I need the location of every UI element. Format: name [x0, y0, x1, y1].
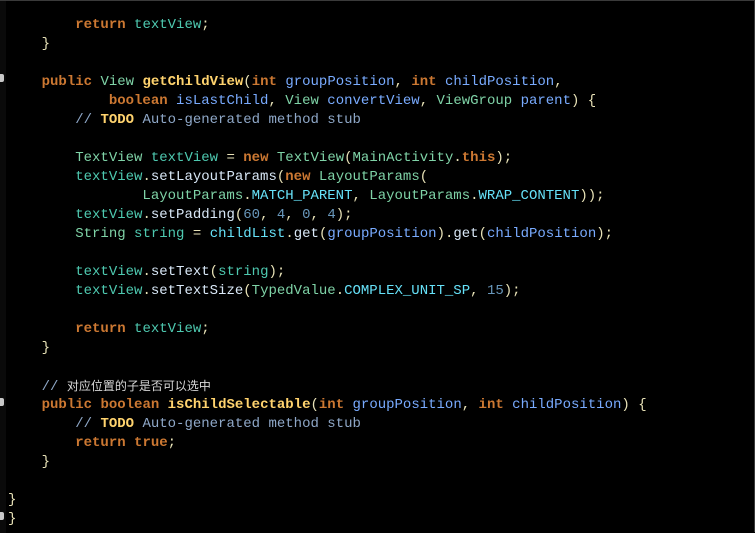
code-line: LayoutParams.MATCH_PARENT, LayoutParams.…	[142, 188, 605, 204]
code-line: }	[41, 340, 51, 356]
code-line: // 对应位置的子是否可以选中	[41, 379, 211, 395]
code-line: }	[8, 511, 17, 527]
code-editor[interactable]: return textView; }​ public View getChild…	[0, 0, 755, 533]
code-text[interactable]: return textView; }​ public View getChild…	[8, 16, 647, 529]
code-line: public View getChildView(int groupPositi…	[41, 74, 563, 90]
fold-marker-icon[interactable]	[0, 512, 4, 520]
code-line: ​	[8, 130, 647, 149]
code-line: ​	[8, 244, 647, 263]
code-line: ​	[8, 358, 647, 377]
code-line: // TODO Auto-generated method stub	[75, 112, 361, 128]
code-line: textView.setTextSize(TypedValue.COMPLEX_…	[75, 283, 521, 299]
code-line: return true;	[75, 435, 177, 451]
code-line: TextView textView = new TextView(MainAct…	[75, 150, 513, 166]
code-line: }	[41, 36, 51, 52]
code-line: }	[8, 492, 17, 508]
code-line: textView.setLayoutParams(new LayoutParam…	[75, 169, 429, 185]
code-line: String string = childList.get(groupPosit…	[75, 226, 614, 242]
fold-marker-icon[interactable]	[0, 74, 4, 82]
fold-marker-icon[interactable]	[0, 398, 4, 406]
code-line: boolean isLastChild, View convertView, V…	[108, 93, 597, 109]
code-line: textView.setText(string);	[75, 264, 286, 280]
code-line: ​	[8, 301, 647, 320]
code-line: textView.setPadding(60, 4, 0, 4);	[75, 207, 353, 223]
code-line: return textView;	[75, 17, 210, 33]
code-line: return textView;	[75, 321, 210, 337]
code-line: }	[41, 454, 51, 470]
code-line: // TODO Auto-generated method stub	[75, 416, 361, 432]
code-line: ​	[8, 472, 647, 491]
code-line: public boolean isChildSelectable(int gro…	[41, 397, 647, 413]
code-line: ​	[8, 54, 647, 73]
